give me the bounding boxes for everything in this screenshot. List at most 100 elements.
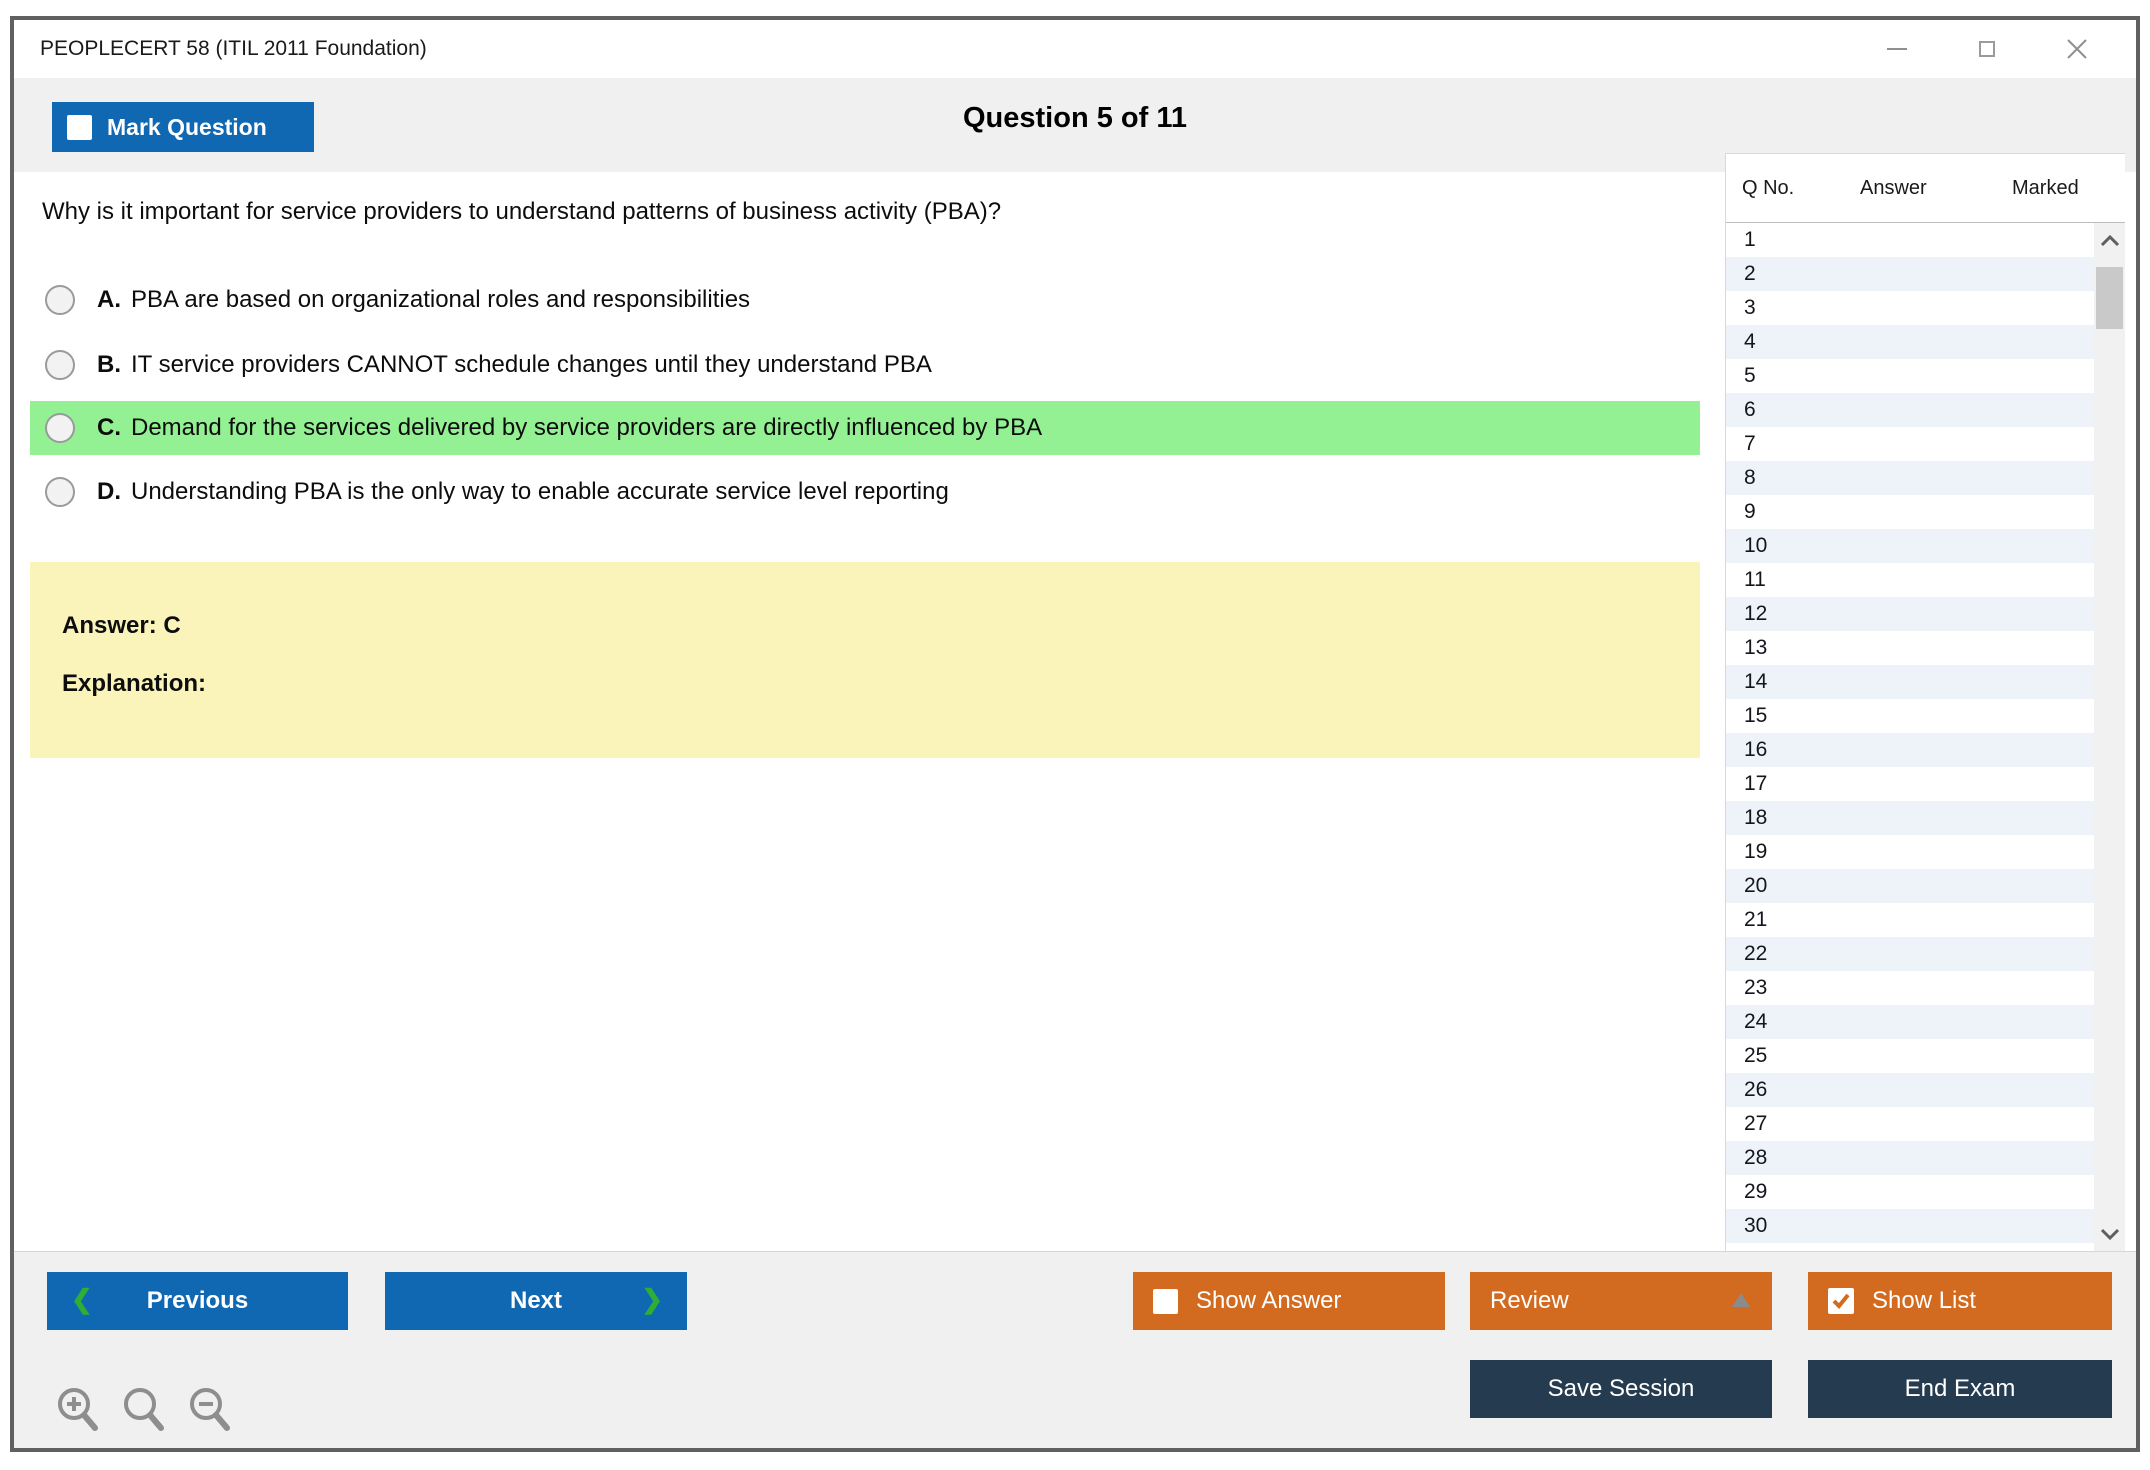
question-list-row[interactable]: 5 [1726,359,2094,393]
scroll-down-button[interactable] [2094,1218,2125,1250]
scrollbar-thumb[interactable] [2096,267,2123,329]
review-label: Review [1490,1287,1569,1315]
next-label: Next [510,1287,562,1315]
question-list-row[interactable]: 1 [1726,223,2094,257]
close-button[interactable] [2066,38,2088,60]
question-list-row[interactable]: 13 [1726,631,2094,665]
question-list-row[interactable]: 22 [1726,937,2094,971]
question-list-row[interactable]: 20 [1726,869,2094,903]
next-button[interactable]: Next ❯ [385,1272,687,1330]
window-controls [1886,20,2088,78]
option-letter: D. [97,478,121,506]
question-area: Why is it important for service provider… [14,172,1725,1251]
end-exam-button[interactable]: End Exam [1808,1360,2112,1418]
exam-window: PEOPLECERT 58 (ITIL 2011 Foundation) Que… [10,16,2140,1452]
question-list-header: Q No. Answer Marked [1726,154,2125,223]
save-session-label: Save Session [1548,1375,1695,1403]
save-session-button[interactable]: Save Session [1470,1360,1772,1418]
chevron-right-icon: ❯ [641,1286,663,1312]
question-list-row[interactable]: 10 [1726,529,2094,563]
question-list-row[interactable]: 9 [1726,495,2094,529]
question-list-row[interactable]: 8 [1726,461,2094,495]
review-button[interactable]: Review [1470,1272,1772,1330]
answer-explanation-box: Answer: C Explanation: [30,562,1700,758]
question-list-row[interactable]: 4 [1726,325,2094,359]
question-list-row[interactable]: 28 [1726,1141,2094,1175]
end-exam-label: End Exam [1905,1375,2016,1403]
answer-label: Answer: C [62,612,1668,640]
minimize-icon [1887,48,1907,50]
question-list-row[interactable]: 30 [1726,1209,2094,1243]
question-list-row[interactable]: 24 [1726,1005,2094,1039]
question-list-row[interactable]: 2 [1726,257,2094,291]
option-letter: C. [97,414,121,442]
question-list-row[interactable]: 12 [1726,597,2094,631]
mark-question-checkbox[interactable] [67,115,92,140]
column-marked: Marked [2012,177,2125,200]
radio-icon[interactable] [45,477,75,507]
option-row-d[interactable]: D. Understanding PBA is the only way to … [30,465,1700,519]
zoom-tools [54,1384,236,1436]
show-list-checkbox[interactable] [1828,1288,1854,1314]
title-bar: PEOPLECERT 58 (ITIL 2011 Foundation) [14,20,2136,78]
question-list-row[interactable]: 25 [1726,1039,2094,1073]
question-list-row[interactable]: 23 [1726,971,2094,1005]
question-list-row[interactable]: 26 [1726,1073,2094,1107]
option-text: PBA are based on organizational roles an… [131,286,750,314]
zoom-reset-icon[interactable] [120,1384,170,1436]
maximize-icon [1979,41,1995,57]
scroll-up-button[interactable] [2094,225,2125,257]
question-list-row[interactable]: 7 [1726,427,2094,461]
show-answer-checkbox[interactable] [1153,1289,1178,1314]
maximize-button[interactable] [1976,38,1998,60]
checkmark-icon [1831,1292,1851,1310]
question-list-row[interactable]: 14 [1726,665,2094,699]
question-list-row[interactable]: 17 [1726,767,2094,801]
close-icon [2066,38,2088,60]
question-list-body: 1234567891011121314151617181920212223242… [1726,223,2094,1252]
question-list-row[interactable]: 27 [1726,1107,2094,1141]
question-counter: Question 5 of 11 [14,102,2136,135]
option-row-b[interactable]: B. IT service providers CANNOT schedule … [30,338,1700,392]
chevron-up-icon [2100,235,2120,247]
question-list-row[interactable]: 6 [1726,393,2094,427]
explanation-label: Explanation: [62,670,1668,698]
question-list-row[interactable]: 19 [1726,835,2094,869]
chevron-left-icon: ❮ [71,1286,93,1312]
show-list-label: Show List [1872,1287,1976,1315]
previous-label: Previous [147,1287,248,1315]
option-letter: A. [97,286,121,314]
mark-question-label: Mark Question [107,114,267,141]
option-text: IT service providers CANNOT schedule cha… [131,351,932,379]
option-text: Understanding PBA is the only way to ena… [131,478,949,506]
question-list-row[interactable]: 21 [1726,903,2094,937]
question-text: Why is it important for service provider… [42,198,1001,226]
option-row-c[interactable]: C. Demand for the services delivered by … [30,401,1700,455]
question-list-row[interactable]: 3 [1726,291,2094,325]
question-list-row[interactable]: 11 [1726,563,2094,597]
zoom-out-icon[interactable] [186,1384,236,1436]
radio-icon[interactable] [45,350,75,380]
question-list-row[interactable]: 15 [1726,699,2094,733]
option-row-a[interactable]: A. PBA are based on organizational roles… [30,273,1700,327]
column-answer: Answer [1860,177,2012,200]
minimize-button[interactable] [1886,38,1908,60]
show-list-button[interactable]: Show List [1808,1272,2112,1330]
mark-question-button[interactable]: Mark Question [52,102,314,152]
question-list-row[interactable]: 18 [1726,801,2094,835]
zoom-in-icon[interactable] [54,1384,104,1436]
chevron-down-icon [2100,1228,2120,1240]
question-list-panel: Q No. Answer Marked 12345678910111213141… [1725,153,2125,1251]
option-letter: B. [97,351,121,379]
radio-icon[interactable] [45,413,75,443]
previous-button[interactable]: ❮ Previous [47,1272,348,1330]
question-list-row[interactable]: 16 [1726,733,2094,767]
show-answer-label: Show Answer [1196,1287,1341,1315]
option-text: Demand for the services delivered by ser… [131,414,1042,442]
show-answer-button[interactable]: Show Answer [1133,1272,1445,1330]
radio-icon[interactable] [45,285,75,315]
question-list-scrollbar[interactable] [2094,223,2125,1252]
question-list-row[interactable]: 29 [1726,1175,2094,1209]
footer-toolbar: ❮ Previous Next ❯ Show Answer Review Sho… [14,1251,2136,1448]
column-qno: Q No. [1742,177,1860,200]
